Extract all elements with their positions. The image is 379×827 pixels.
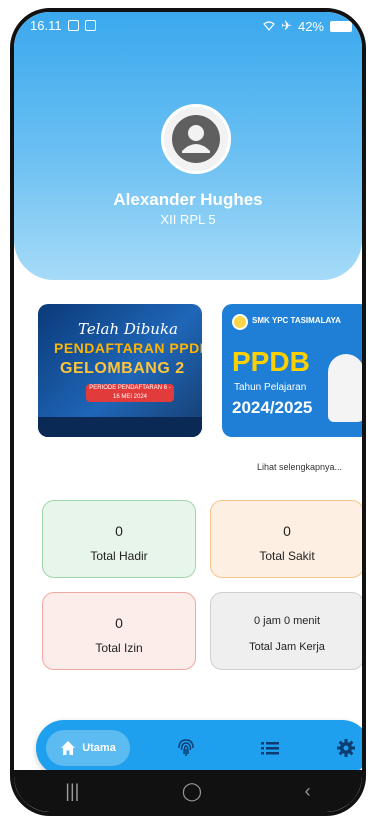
banner-title: PENDAFTARAN PPDB [54,340,202,356]
status-bar: 16.11 ✈ 42% [14,12,362,40]
fingerprint-icon [178,739,194,756]
stat-label: Total Sakit [259,549,315,563]
banner-footer [38,417,202,437]
stat-card-jam-kerja: 0 jam 0 menit Total Jam Kerja [210,592,362,670]
banner-ppdb-gelombang[interactable]: Telah Dibuka PENDAFTARAN PPDB GELOMBANG … [38,304,202,437]
gallery-notification-icon [67,20,79,31]
stat-label: Total Hadir [90,549,148,563]
bottom-nav: Utama [36,720,362,776]
see-more-link[interactable]: Lihat selengkapnya... [257,462,342,472]
recent-apps-button[interactable]: ||| [65,781,79,802]
user-name: Alexander Hughes [113,190,263,209]
nav-item-home[interactable]: Utama [46,730,130,766]
gear-icon [337,739,355,757]
stat-value: 0 [115,615,123,631]
stat-card-hadir: 0 Total Hadir [42,500,196,578]
nav-item-attendance[interactable] [166,720,206,776]
stat-value: 0 jam 0 menit [253,615,321,627]
profile-header: 16.11 ✈ 42% Alexander Hughes XII RPL 5 [14,12,362,280]
banner-period: PERIODE PENDAFTARAN 6 - 16 MEI 2024 [86,384,174,402]
banner-title: PPDB [232,346,310,377]
banner-subtitle: Tahun Pelajaran [234,382,307,393]
phone-frame: 16.11 ✈ 42% Alexander Hughes XII RPL 5 T… [10,8,366,816]
banner-carousel[interactable]: Telah Dibuka PENDAFTARAN PPDB GELOMBANG … [38,304,362,444]
stat-value: 0 [283,523,291,539]
user-class: XII RPL 5 [160,212,216,227]
banner-heading: Telah Dibuka [78,320,179,338]
banner-school-name: SMK YPC TASIMALAYA [252,316,341,325]
nav-item-list[interactable] [250,720,290,776]
nav-home-label: Utama [82,742,116,754]
app-notification-icon [84,20,96,31]
system-nav-bar: ||| ◯ ‹ [14,770,362,812]
nav-item-settings[interactable] [326,720,362,776]
avatar[interactable] [161,104,231,174]
stat-value: 0 [115,523,123,539]
battery-percentage: 42% [297,18,324,34]
stat-card-izin: 0 Total Izin [42,592,196,670]
stat-card-sakit: 0 Total Sakit [210,500,362,578]
home-button[interactable]: ◯ [182,781,202,802]
home-icon [61,741,76,755]
banner-year: 2024/2025 [232,398,313,417]
stat-label: Total Jam Kerja [249,641,325,653]
status-time: 16.11 [30,18,62,33]
banner-subtitle: GELOMBANG 2 [60,360,185,377]
student-photo [328,354,362,422]
list-icon [261,742,279,755]
stat-label: Total Izin [95,641,143,655]
banner-ppdb-2024[interactable]: SMK YPC TASIMALAYA PPDB Tahun Pelajaran … [222,304,362,437]
user-icon [172,115,220,163]
back-button[interactable]: ‹ [305,781,311,802]
airplane-icon: ✈ [281,18,292,33]
wifi-icon [263,19,275,34]
battery-icon [330,20,352,32]
school-logo-icon [232,314,248,330]
